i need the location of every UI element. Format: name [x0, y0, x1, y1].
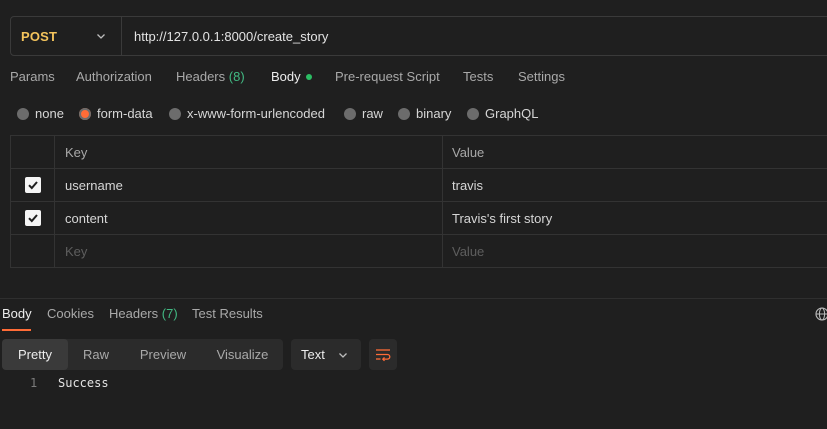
body-status-dot: [305, 73, 312, 80]
response-headers-count: (7): [161, 306, 178, 321]
tab-headers-label: Headers: [176, 69, 226, 84]
tab-headers[interactable]: Headers (8): [176, 69, 245, 84]
tab-prerequest-label: Pre-request Script: [335, 69, 440, 84]
format-select[interactable]: Text: [291, 339, 361, 370]
tab-params[interactable]: Params: [10, 69, 55, 84]
response-tab-headers[interactable]: Headers (7): [109, 306, 178, 321]
tab-tests[interactable]: Tests: [463, 69, 493, 84]
view-visualize-button[interactable]: Visualize: [202, 339, 283, 370]
table-header-row: Key Value: [11, 136, 827, 169]
key-column-header: Key: [55, 136, 443, 168]
tab-authorization[interactable]: Authorization: [76, 69, 152, 84]
value-cell[interactable]: Travis's first story: [443, 202, 827, 234]
radio-graphql-label: GraphQL: [485, 106, 539, 121]
response-text: Success: [58, 376, 109, 390]
table-row: username travis: [11, 169, 827, 202]
request-bar: POST http://127.0.0.1:8000/create_story: [10, 16, 827, 56]
radio-raw-label: raw: [362, 106, 383, 121]
tab-body[interactable]: Body: [271, 69, 312, 84]
radio-raw-circle: [344, 107, 356, 120]
key-cell[interactable]: content: [55, 202, 443, 234]
radio-binary[interactable]: binary: [398, 106, 451, 121]
radio-urlencoded[interactable]: x-www-form-urlencoded: [169, 106, 325, 121]
view-preview-button[interactable]: Preview: [124, 339, 202, 370]
row-checkbox[interactable]: [24, 177, 41, 193]
tab-settings[interactable]: Settings: [518, 69, 565, 84]
radio-form-data-label: form-data: [97, 106, 153, 121]
row-check-cell: [11, 235, 55, 268]
response-tab-test-results-label: Test Results: [192, 306, 263, 321]
radio-graphql[interactable]: GraphQL: [467, 106, 538, 121]
radio-form-data-circle: [79, 107, 91, 120]
tab-authorization-label: Authorization: [76, 69, 152, 84]
radio-none-circle: [17, 107, 29, 120]
response-tab-cookies[interactable]: Cookies: [47, 306, 94, 321]
response-tab-headers-label: Headers: [109, 306, 159, 321]
radio-urlencoded-circle: [169, 107, 181, 120]
radio-binary-circle: [398, 107, 410, 120]
check-icon: [27, 214, 38, 223]
url-input[interactable]: http://127.0.0.1:8000/create_story: [122, 29, 827, 44]
table-row: content Travis's first story: [11, 202, 827, 235]
globe-icon[interactable]: [815, 307, 827, 321]
view-raw-button[interactable]: Raw: [68, 339, 124, 370]
radio-urlencoded-label: x-www-form-urlencoded: [187, 106, 325, 121]
radio-graphql-circle: [467, 107, 479, 120]
row-check-cell: [11, 202, 55, 234]
line-number: 1: [30, 376, 38, 390]
active-tab-underline: [2, 329, 31, 331]
response-tab-body[interactable]: Body: [2, 306, 32, 321]
tab-params-label: Params: [10, 69, 55, 84]
new-value-input[interactable]: Value: [443, 235, 827, 268]
view-mode-toggle: Pretty Raw Preview Visualize: [2, 339, 283, 370]
response-tab-body-label: Body: [2, 306, 32, 321]
radio-none[interactable]: none: [17, 106, 64, 121]
tab-tests-label: Tests: [463, 69, 494, 84]
header-check-cell: [11, 136, 55, 168]
method-select[interactable]: POST: [11, 17, 122, 55]
method-label: POST: [21, 28, 58, 44]
response-tab-test-results[interactable]: Test Results: [192, 306, 263, 321]
tab-settings-label: Settings: [518, 69, 565, 84]
value-column-header: Value: [452, 144, 485, 160]
panel-divider[interactable]: [0, 298, 827, 299]
view-pretty-button[interactable]: Pretty: [2, 339, 68, 370]
check-icon: [27, 181, 38, 190]
form-data-table: Key Value username travis content Travis…: [10, 135, 827, 268]
wrap-lines-button[interactable]: [369, 339, 397, 370]
row-check-cell: [11, 169, 55, 201]
headers-count: (8): [228, 69, 245, 84]
table-row-empty: Key Value: [11, 235, 827, 268]
tab-prerequest-script[interactable]: Pre-request Script: [335, 69, 440, 84]
value-cell[interactable]: travis: [443, 169, 827, 201]
radio-binary-label: binary: [416, 106, 452, 121]
tab-body-label: Body: [271, 69, 301, 84]
wrap-lines-icon: [376, 348, 391, 361]
chevron-down-icon: [97, 34, 105, 39]
response-tab-cookies-label: Cookies: [47, 306, 94, 321]
key-cell[interactable]: username: [55, 169, 443, 201]
chevron-down-icon: [339, 352, 347, 358]
radio-none-label: none: [35, 106, 64, 121]
radio-form-data[interactable]: form-data: [79, 106, 153, 121]
row-checkbox[interactable]: [24, 210, 41, 226]
radio-raw[interactable]: raw: [344, 106, 383, 121]
new-key-input[interactable]: Key: [55, 235, 443, 268]
format-label: Text: [301, 347, 325, 362]
